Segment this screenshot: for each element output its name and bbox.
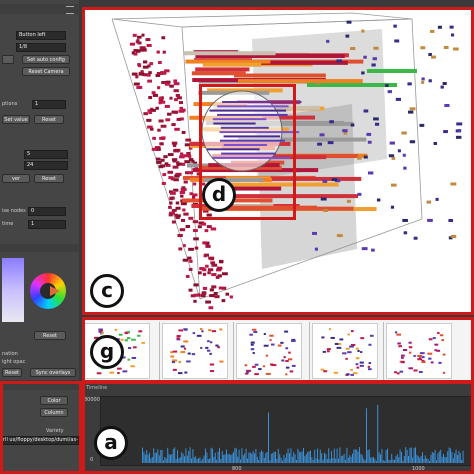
reset-camera-button[interactable]: Reset Camera: [22, 67, 70, 76]
field-b[interactable]: 24: [24, 161, 68, 170]
time-label: time: [2, 221, 14, 227]
left-panel-highlight: [0, 381, 82, 474]
set-value-button[interactable]: Set value: [2, 115, 30, 124]
setup-config-button[interactable]: Set auto config: [22, 55, 70, 64]
field-a[interactable]: 5: [24, 150, 68, 159]
reset-fields-button[interactable]: Reset: [34, 174, 64, 183]
color-picker-pointer-icon[interactable]: [50, 286, 60, 296]
color-panel-header: [0, 244, 79, 252]
reset-overlay-button[interactable]: Reset: [2, 368, 22, 377]
frame-number-field[interactable]: 1/8: [16, 43, 66, 52]
reset-options-button[interactable]: Reset: [34, 115, 64, 124]
animation-label: nation: [2, 351, 18, 357]
callout-c: c: [90, 274, 124, 308]
sync-overlays-button[interactable]: Sync overlays: [30, 368, 76, 377]
callout-g: g: [90, 335, 124, 369]
camera-dropdown-stub[interactable]: [2, 55, 14, 64]
callout-d: d: [202, 178, 236, 212]
light-opacity-label: ight opac: [2, 359, 26, 365]
control-panel-top: Button left 1/8 Set auto config Reset Ca…: [0, 0, 79, 244]
color-reset-button[interactable]: Reset: [34, 331, 66, 340]
apply-button[interactable]: ver: [2, 174, 30, 183]
opacity-gradient-swatch[interactable]: [2, 258, 24, 322]
color-panel: Reset nation ight opac Reset Sync overla…: [0, 244, 79, 380]
timeline-highlight: [82, 381, 474, 474]
time-field[interactable]: 1: [28, 220, 66, 229]
thumbnails-highlight: [82, 317, 474, 383]
callout-a: a: [94, 426, 128, 460]
mouse-button-dropdown[interactable]: Button left: [16, 31, 66, 40]
options-label: ptions: [2, 101, 18, 107]
nodes-label: ise nodes: [2, 208, 26, 214]
options-field[interactable]: 1: [32, 100, 66, 109]
panel-menu-icon[interactable]: [66, 6, 74, 14]
nodes-field[interactable]: 0: [28, 207, 66, 216]
